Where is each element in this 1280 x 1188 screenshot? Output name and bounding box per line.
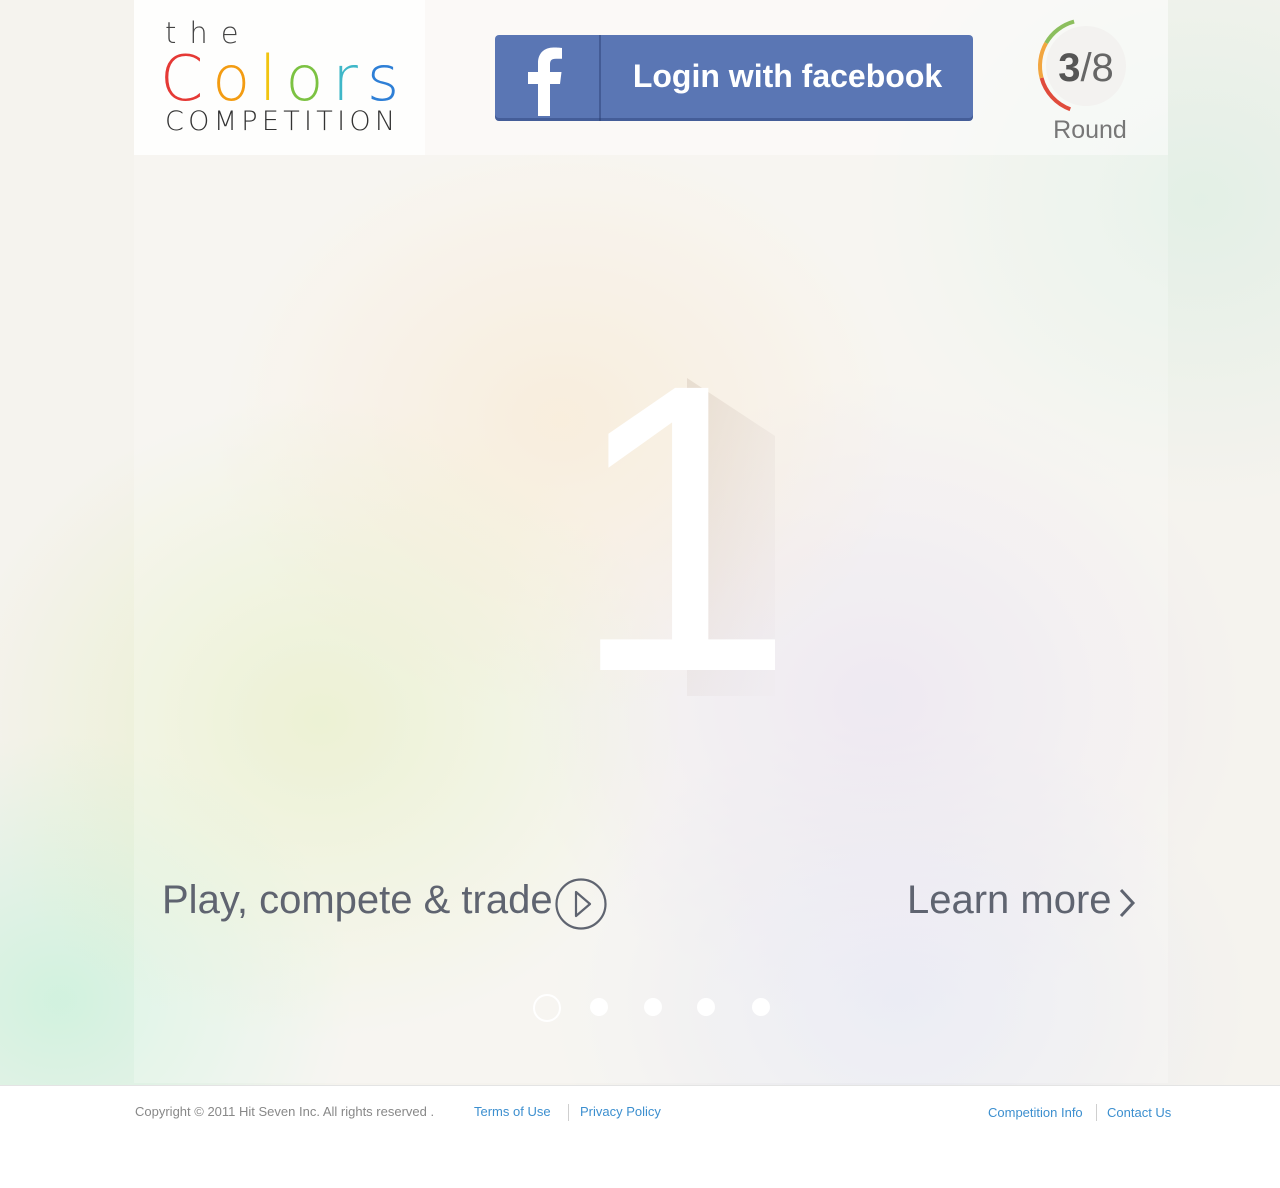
logo-competition-text: COMPETITION (165, 106, 400, 137)
carousel-dot[interactable] (697, 998, 715, 1016)
logo-letter: o (285, 42, 333, 115)
footer-divider (568, 1104, 569, 1121)
facebook-icon-box (495, 35, 601, 121)
chevron-right-icon[interactable] (1116, 887, 1138, 919)
learn-more-link[interactable]: Learn more (907, 878, 1112, 923)
carousel-dot[interactable] (533, 994, 561, 1022)
carousel-dot[interactable] (590, 998, 608, 1016)
round-current: 3 (1058, 46, 1081, 90)
competition-info-link[interactable]: Competition Info (988, 1105, 1083, 1120)
carousel-dots (533, 994, 793, 1024)
privacy-policy-link[interactable]: Privacy Policy (580, 1104, 661, 1119)
logo-letter: l (259, 42, 286, 115)
countdown-number-text: 1 (575, 336, 775, 696)
copyright-text: Copyright © 2011 Hit Seven Inc. All righ… (135, 1104, 435, 1119)
footer-divider (1096, 1104, 1097, 1121)
facebook-login-button[interactable]: Login with facebook (495, 35, 973, 121)
round-total: /8 (1080, 46, 1114, 90)
facebook-icon (528, 47, 562, 116)
carousel-dot[interactable] (644, 998, 662, 1016)
logo-letter: s (366, 42, 409, 115)
logo-letter: r (332, 42, 367, 115)
round-label: Round (1053, 116, 1127, 144)
play-icon[interactable] (554, 877, 608, 931)
facebook-login-label: Login with facebook (632, 58, 943, 94)
logo-letter: C (160, 42, 213, 115)
carousel-dot[interactable] (752, 998, 770, 1016)
footer (0, 1085, 1280, 1188)
contact-us-link[interactable]: Contact Us (1107, 1105, 1171, 1120)
terms-of-use-link[interactable]: Terms of Use (474, 1104, 551, 1119)
tagline: Play, compete & trade (162, 878, 553, 922)
round-counter: 3/8 (1036, 46, 1136, 91)
logo-colors-text: Colors (160, 44, 408, 114)
countdown-number: 1 (575, 336, 775, 696)
logo-letter: o (212, 42, 260, 115)
